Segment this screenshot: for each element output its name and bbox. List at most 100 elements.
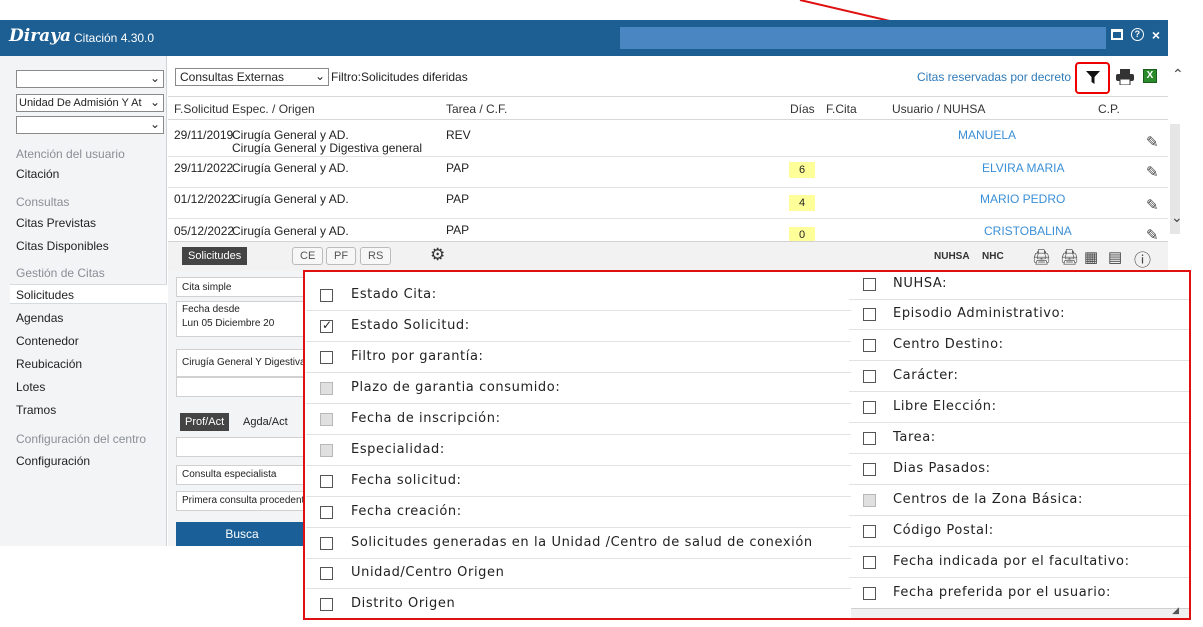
sidebar-item-lotes[interactable]: Lotes	[16, 377, 166, 397]
option-libre-eleccion[interactable]: Libre Elección:	[849, 393, 1189, 423]
sidebar-select-unit[interactable]: Unidad De Admisión Y At ⌄	[16, 94, 164, 112]
col-espec[interactable]: Espec. / Origen	[232, 102, 315, 116]
especialidad-extra-field[interactable]	[176, 377, 308, 397]
option-fecha-facultativo[interactable]: Fecha indicada por el facultativo:	[849, 548, 1189, 578]
help-icon[interactable]: ?	[1130, 28, 1144, 41]
tab-agda-act[interactable]: Agda/Act	[238, 413, 293, 431]
col-cp[interactable]: C.P.	[1098, 102, 1120, 116]
checkbox[interactable]	[863, 308, 876, 321]
sidebar-item-reubicacion[interactable]: Reubicación	[16, 354, 166, 374]
checkbox[interactable]	[320, 475, 333, 488]
table-row[interactable]: 29/11/2019 Cirugía General y AD. Cirugía…	[168, 126, 1168, 157]
tab-prof-act[interactable]: Prof/Act	[180, 413, 230, 431]
fecha-desde-field[interactable]: Fecha desde Lun 05 Diciembre 20	[176, 301, 308, 337]
checkbox[interactable]	[863, 370, 876, 383]
cell-usuario[interactable]: MANUELA	[958, 128, 1016, 142]
gear-icon[interactable]: ⚙	[430, 245, 445, 265]
especialidad-select[interactable]: Cirugía General Y Digestiva	[176, 349, 308, 377]
checkbox[interactable]	[863, 339, 876, 352]
sidebar-select-1[interactable]: ⌄	[16, 70, 164, 88]
option-distrito-origen[interactable]: Distrito Origen	[306, 590, 851, 620]
rs-button[interactable]: RS	[360, 247, 392, 265]
filter-button[interactable]	[1075, 62, 1110, 94]
sidebar-item-solicitudes[interactable]: Solicitudes	[10, 284, 167, 304]
form-blank-field[interactable]	[176, 437, 308, 457]
checkbox[interactable]	[863, 587, 876, 600]
checkbox[interactable]	[863, 556, 876, 569]
nhc-toggle[interactable]: NHC	[982, 251, 1004, 262]
cell-usuario[interactable]: CRISTOBALINA	[984, 224, 1072, 238]
option-solicitudes-generadas[interactable]: Solicitudes generadas en la Unidad /Cent…	[306, 529, 851, 559]
citas-decreto-link[interactable]: Citas reservadas por decreto	[917, 70, 1071, 84]
window-icon[interactable]	[1110, 29, 1123, 40]
edit-icon[interactable]: ✎	[1146, 226, 1159, 241]
nuhsa-toggle[interactable]: NUHSA	[934, 251, 970, 262]
sidebar-item-citacion[interactable]: Citación	[16, 164, 166, 184]
sidebar-item-contenedor[interactable]: Contenedor	[16, 331, 166, 351]
col-fcita[interactable]: F.Cita	[826, 102, 857, 116]
checkbox[interactable]	[320, 537, 333, 550]
sidebar-item-tramos[interactable]: Tramos	[16, 400, 166, 420]
help-circle-icon[interactable]: ⓘ	[1134, 246, 1151, 271]
checkbox[interactable]	[320, 351, 333, 364]
scroll-down-icon[interactable]: ⌄	[1171, 209, 1183, 226]
table-row[interactable]: 05/12/2022 Cirugía General y AD. PAP 0 C…	[168, 219, 1168, 241]
sidebar-item-agendas[interactable]: Agendas	[16, 308, 166, 328]
popup-horizontal-scrollbar[interactable]: ◢	[851, 605, 1189, 618]
sidebar-item-citas-disponibles[interactable]: Citas Disponibles	[16, 236, 166, 256]
checkbox[interactable]	[863, 278, 876, 291]
cell-usuario[interactable]: ELVIRA MARIA	[982, 161, 1064, 175]
checkbox[interactable]	[863, 432, 876, 445]
excel-export-icon[interactable]: X	[1143, 69, 1157, 83]
checkbox[interactable]	[320, 506, 333, 519]
option-filtro-garantia[interactable]: Filtro por garantía:	[306, 343, 851, 373]
col-usuario[interactable]: Usuario / NUHSA	[892, 102, 985, 116]
col-fsolicitud[interactable]: F.Solicitud	[174, 102, 229, 116]
tab-solicitudes[interactable]: Solicitudes	[182, 247, 248, 265]
table-row[interactable]: 29/11/2022 Cirugía General y AD. PAP 6 E…	[168, 157, 1168, 188]
edit-icon[interactable]: ✎	[1146, 163, 1159, 181]
option-fecha-preferida[interactable]: Fecha preferida por el usuario:	[849, 579, 1189, 609]
option-unidad-centro-origen[interactable]: Unidad/Centro Origen	[306, 559, 851, 589]
close-icon[interactable]: ×	[1152, 28, 1160, 42]
checkbox[interactable]	[863, 463, 876, 476]
option-caracter[interactable]: Carácter:	[849, 362, 1189, 392]
checkbox[interactable]	[863, 525, 876, 538]
checkbox[interactable]	[863, 401, 876, 414]
option-nuhsa[interactable]: NUHSA:	[849, 270, 1189, 300]
checkbox-checked[interactable]	[320, 318, 333, 333]
sidebar-item-configuracion[interactable]: Configuración	[16, 451, 166, 471]
checkbox[interactable]	[320, 567, 333, 580]
print-icon[interactable]	[1116, 69, 1134, 85]
scroll-up-icon[interactable]: ⌃	[1172, 66, 1184, 83]
sidebar-item-citas-previstas[interactable]: Citas Previstas	[16, 213, 166, 233]
option-centro-destino[interactable]: Centro Destino:	[849, 331, 1189, 361]
option-dias-pasados[interactable]: Dias Pasados:	[849, 455, 1189, 485]
calendar-icon[interactable]: ▦	[1084, 248, 1098, 266]
consulta-select[interactable]: Consulta especialista	[176, 465, 308, 485]
consulta-select[interactable]: Consultas Externas ⌄	[175, 68, 329, 86]
print-config-icon[interactable]: 🖨	[1032, 248, 1051, 266]
option-fecha-creacion[interactable]: Fecha creación:	[306, 498, 851, 528]
checkbox[interactable]	[320, 598, 333, 611]
print-icon[interactable]: 🖨	[1060, 248, 1079, 266]
col-dias[interactable]: Días	[790, 102, 815, 116]
edit-icon[interactable]: ✎	[1146, 133, 1159, 151]
option-codigo-postal[interactable]: Código Postal:	[849, 517, 1189, 547]
buscar-button[interactable]: Busca	[176, 522, 308, 546]
option-estado-solicitud[interactable]: Estado Solicitud:	[306, 312, 851, 342]
primera-consulta-select[interactable]: Primera consulta procedente	[176, 491, 308, 511]
ce-button[interactable]: CE	[292, 247, 324, 265]
col-tarea[interactable]: Tarea / C.F.	[446, 102, 507, 116]
pf-button[interactable]: PF	[326, 247, 357, 265]
edit-icon[interactable]: ✎	[1146, 196, 1159, 214]
checkbox[interactable]	[320, 289, 333, 302]
cell-usuario[interactable]: MARIO PEDRO	[980, 192, 1065, 206]
sidebar-select-3[interactable]: ⌄	[16, 116, 164, 134]
option-estado-cita[interactable]: Estado Cita:	[306, 281, 851, 311]
table-row[interactable]: 01/12/2022 Cirugía General y AD. PAP 4 M…	[168, 188, 1168, 219]
calendar-block-icon[interactable]: ▤	[1108, 248, 1122, 266]
option-fecha-solicitud[interactable]: Fecha solicitud:	[306, 467, 851, 497]
tipo-cita-select[interactable]: Cita simple	[176, 277, 308, 297]
option-tarea[interactable]: Tarea:	[849, 424, 1189, 454]
